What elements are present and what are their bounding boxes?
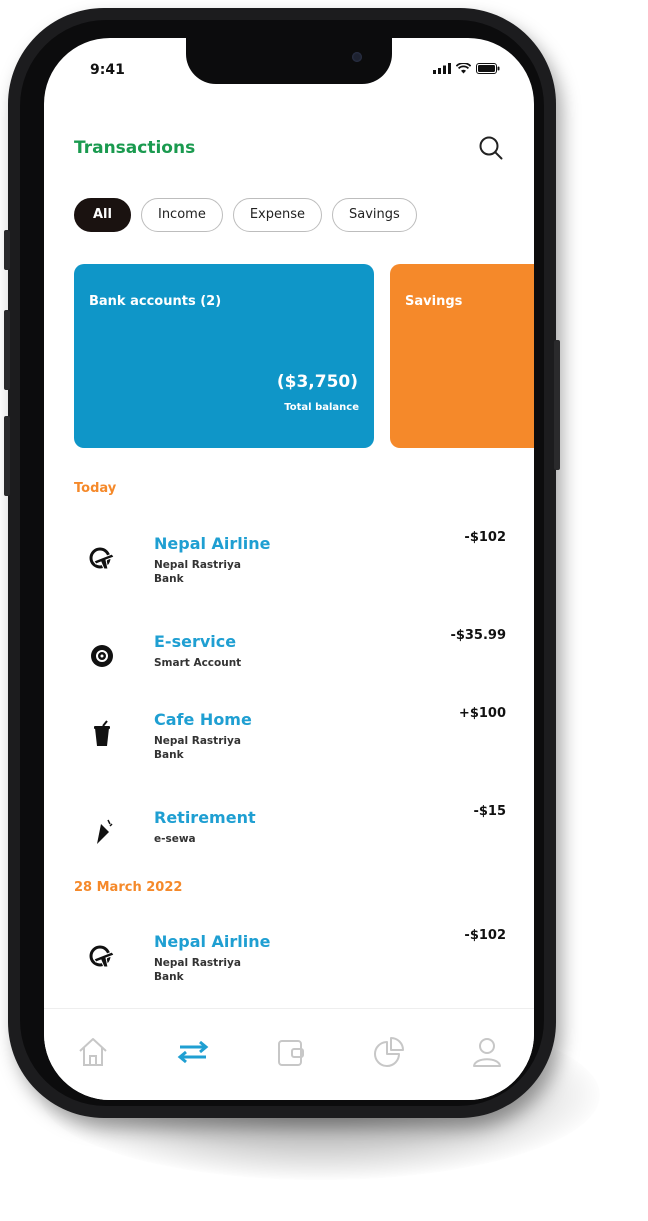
camera-icon [352,52,362,62]
status-icons [433,63,500,74]
profile-icon[interactable] [470,1035,504,1069]
transaction-account: Nepal Rastriya Bank [154,735,241,761]
volume-down-button [4,416,10,496]
pie-chart-icon[interactable] [372,1035,406,1069]
notch [186,38,392,84]
wallet-icon[interactable] [274,1035,308,1069]
power-button [554,340,560,470]
cup-icon [94,720,110,746]
filter-income[interactable]: Income [140,198,223,232]
signal-icon [433,63,451,74]
transaction-account: e-sewa [154,833,196,845]
wifi-icon [456,63,471,74]
phone-frame: 9:41 Transactions All Income Expense Sav… [4,8,560,1118]
transaction-amount: -$102 [464,530,506,545]
mute-switch [4,230,10,270]
home-icon[interactable] [76,1035,110,1069]
page-title: Transactions [74,138,196,158]
filter-chips: All Income Expense Savings [74,198,417,232]
filter-savings[interactable]: Savings [332,198,417,232]
transaction-name: Nepal Airline [154,932,271,951]
transaction-account: Smart Account [154,657,242,669]
plane-icon [89,547,115,570]
total-balance-label: Total balance [284,402,359,413]
transaction-amount: -$102 [464,928,506,943]
card-title: Savings [405,294,463,309]
total-balance-amount: ($3,750) [276,372,358,392]
transaction-name: Retirement [154,808,256,827]
section-date-march: 28 March 2022 [74,880,183,895]
battery-icon [476,63,500,74]
transaction-amount: -$35.99 [450,628,506,643]
rocket-icon [97,819,113,844]
plane-icon [89,945,115,968]
transaction-account: Nepal Rastriya Bank [154,559,241,585]
transaction-name: E-service [154,632,237,651]
filter-expense[interactable]: Expense [232,198,322,232]
transaction-amount: -$15 [473,804,506,819]
bottom-tab-bar [44,1008,534,1100]
search-icon[interactable] [478,135,504,161]
transfer-icon[interactable] [176,1035,210,1069]
transaction-name: Nepal Airline [154,534,271,553]
app-screen: 9:41 Transactions All Income Expense Sav… [44,38,534,1100]
coin-icon [91,645,113,667]
volume-up-button [4,310,10,390]
transaction-amount: +$100 [458,706,506,721]
card-title: Bank accounts (2) [89,294,222,309]
bank-accounts-card[interactable]: Bank accounts (2) ($3,750) Total balance [74,264,374,448]
transaction-account: Nepal Rastriya Bank [154,957,241,983]
savings-card[interactable]: Savings [390,264,534,448]
filter-all[interactable]: All [74,198,131,232]
status-time: 9:41 [90,62,125,78]
transaction-name: Cafe Home [154,710,252,729]
section-date-today: Today [74,481,117,496]
